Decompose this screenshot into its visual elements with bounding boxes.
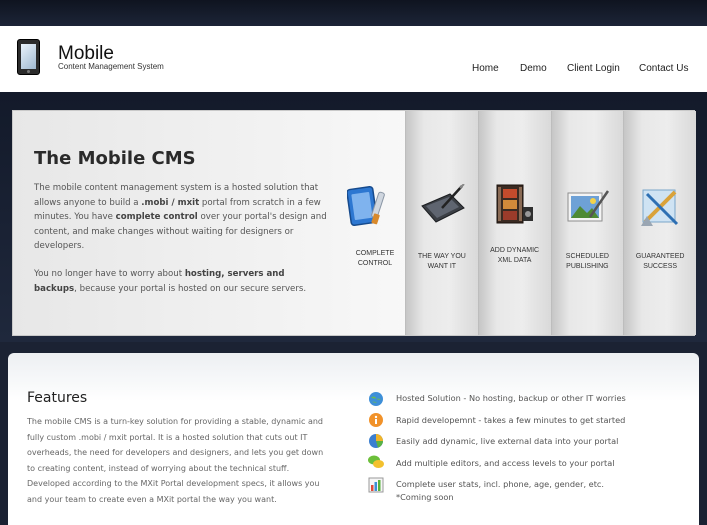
nav-contact-us[interactable]: Contact Us [639, 63, 688, 74]
bullet-multiple-editors: Add multiple editors, and access levels … [396, 458, 615, 468]
info-icon [368, 412, 384, 428]
hero-paragraph-1: The mobile content management system is … [34, 183, 327, 252]
feature-label: COMPLETE CONTROL [355, 250, 395, 267]
drafting-tools-icon [639, 186, 681, 228]
top-strip [0, 0, 707, 26]
stylus-tablet-icon [420, 183, 465, 226]
feature-the-way-you-want-it[interactable]: THE WAY YOU WANT IT [405, 111, 478, 335]
tablet-logo-icon [17, 39, 40, 75]
feature-label: GUARANTEED SUCCESS [635, 253, 685, 270]
chat-icon [368, 454, 384, 470]
hero-panel: The Mobile CMS The mobile content manage… [12, 110, 696, 336]
features-description: The mobile CMS is a turn-key solution fo… [27, 417, 324, 504]
nav-demo[interactable]: Demo [520, 63, 547, 74]
logo-subtitle: Content Management System [58, 62, 164, 71]
picture-pen-icon [566, 187, 609, 229]
feature-guaranteed-success[interactable]: GUARANTEED SUCCESS [623, 111, 696, 335]
bullet-hosted-solution: Hosted Solution - No hosting, backup or … [396, 393, 626, 403]
hero-paragraph-2: You no longer have to worry about hostin… [34, 269, 307, 294]
film-strip-icon [495, 183, 537, 225]
feature-add-dynamic-xml-data[interactable]: ADD DYNAMIC XML DATA [477, 111, 551, 335]
header: Mobile Content Management System Home De… [0, 26, 707, 92]
bullet-dynamic-data: Easily add dynamic, live external data i… [396, 436, 619, 446]
feature-complete-control[interactable]: COMPLETE CONTROL [343, 111, 407, 335]
feature-label: ADD DYNAMIC XML DATA [490, 247, 540, 264]
hero-title: The Mobile CMS [34, 148, 196, 169]
feature-label: SCHEDULED PUBLISHING [565, 253, 609, 270]
bullet-user-stats: Complete user stats, incl. phone, age, g… [396, 479, 605, 502]
nav-client-login[interactable]: Client Login [567, 63, 620, 74]
features-panel: Features The mobile CMS is a turn-key so… [8, 353, 699, 525]
features-title: Features [27, 390, 88, 406]
bar-chart-icon [368, 477, 384, 493]
tablet-paint-icon [346, 184, 389, 226]
nav-home[interactable]: Home [472, 63, 499, 74]
feature-scheduled-publishing[interactable]: SCHEDULED PUBLISHING [550, 111, 624, 335]
bullet-rapid-development: Rapid developemnt - takes a few minutes … [396, 415, 626, 425]
globe-icon [368, 391, 384, 407]
feature-tiles: THE WAY YOUWANT IT ADD DYNAMICXML DATA [405, 111, 696, 335]
feature-label: THE WAY YOU WANT IT [417, 253, 466, 270]
pie-chart-icon [368, 433, 384, 449]
